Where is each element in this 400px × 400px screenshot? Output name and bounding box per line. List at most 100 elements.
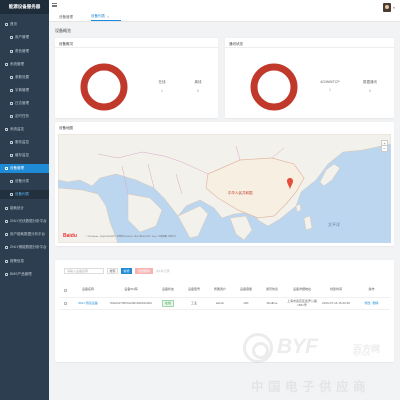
zoom-out-button[interactable]: − [381,146,388,152]
actions-cell: 修改 删除 [353,298,390,309]
stat-label: 4G/Wifi/TCP [320,80,340,84]
sidebar-item-13[interactable]: 设备列表 [0,190,49,199]
menu-item-icon [10,50,13,53]
device-name-link[interactable]: ZNLY测试设备 [69,298,107,309]
app-root: 能源设备服务器 首页用户管理角色管理系统管理参数设置字典管理日志管理定时任务系统… [0,0,400,400]
land-philippines [303,215,313,231]
sidebar-item-0[interactable]: 首页 [0,20,49,29]
select-all-checkbox[interactable] [63,288,67,292]
sidebar-item-18[interactable]: 报警信息 [0,257,49,266]
sidebar-item-3[interactable]: 系统管理 [0,60,49,69]
search-input[interactable]: 请输入设备名称 [64,268,104,274]
watermark: BYF 百方网 byf.com 中国电子供应商 [243,333,393,395]
sidebar-item-4[interactable]: 参数设置 [0,73,49,82]
menu-item-icon [5,167,8,170]
sidebar-item-label: 参数设置 [15,75,29,79]
header-capacity: 设备容量 [239,287,252,292]
land-southeast-asia [229,215,253,241]
menu-collapse-icon[interactable] [52,3,57,7]
sidebar-item-label: 首页 [10,22,17,26]
app-title: 能源设备服务器 [8,4,41,9]
sidebar-item-10[interactable]: 缓存监控 [0,151,49,160]
menu-item-icon [10,36,13,39]
menu-item-icon [5,233,8,236]
donut-ring [250,63,298,111]
card-title: 设备地图 [59,126,73,130]
sidebar-item-label: 能耗统计 [10,206,24,210]
sidebar-item-12[interactable]: 设备分类 [0,177,49,186]
sidebar-item-label: 报警信息 [10,259,24,263]
donut-ring [80,63,128,111]
close-icon[interactable]: × [107,15,109,19]
stat-offline: 离线 0 [188,80,208,93]
sidebar-item-14[interactable]: 能耗统计 [0,204,49,213]
header-name: 设备名称 [81,287,94,292]
sidebar-item-19-bms[interactable]: BMS产品管理 [0,270,49,279]
row-checkbox[interactable] [63,302,67,305]
menu-item-icon [5,207,8,210]
land-arabia [127,193,163,233]
map-canvas[interactable]: 中华人民共和国 太平洋 Baidu © 2024 Baidu - GS(2023… [58,134,391,243]
menu-item-icon [5,220,8,223]
menu-item-icon [10,115,13,118]
stat-label: 在线 [158,80,166,84]
search-button[interactable]: 搜索 [107,268,118,274]
device-status-donut [80,63,128,111]
avatar[interactable] [383,3,391,12]
menu-item-icon [10,76,13,79]
menu-item-icon [10,180,13,183]
sidebar-item-6[interactable]: 日志管理 [0,99,49,108]
sidebar-item-label: 用户能耗数据分析平台 [10,232,45,236]
menu-item-icon [10,154,13,157]
sidebar-item-label: 系统监控 [10,127,24,131]
menu-item-icon [10,141,13,144]
sidebar-item-15-znly[interactable]: ZNLY光伏数据分析平台 [0,217,49,226]
watermark-logo-icon [243,333,273,363]
sidebar-item-7[interactable]: 定时任务 [0,112,49,121]
device-owner: admin [215,300,225,305]
device-created: 2019-07-16 15:40:46 [322,300,350,305]
stat-data-comm: 数据通讯 0 [357,80,383,93]
sidebar-item-label: ZNLY光伏数据分析平台 [10,219,47,223]
menu-item-icon [5,128,8,131]
device-sn: WH2017050412001030102404 [110,300,152,305]
sidebar-item-label: BMS产品管理 [10,272,32,276]
menu-item-icon [5,260,8,263]
delete-link[interactable]: 删除 [373,301,379,306]
sidebar-item-11[interactable]: 设备管理 [0,164,49,173]
menu-item-icon [10,102,13,105]
edit-link[interactable]: 修改 [364,301,370,306]
chevron-down-icon[interactable]: ▾ [393,6,395,10]
sidebar-item-17-znly[interactable]: ZNLY储能数据分析平台 [0,243,49,252]
map-view[interactable]: 中华人民共和国 太平洋 Baidu © 2024 Baidu - GS(2023… [58,134,391,243]
sidebar-item-2[interactable]: 角色管理 [0,47,49,56]
map-country-label: 中华人民共和国 [228,190,253,195]
sidebar-item-8[interactable]: 系统监控 [0,125,49,134]
sidebar-item-9[interactable]: 服务监控 [0,138,49,147]
sidebar-item-1[interactable]: 用户管理 [0,33,49,42]
sidebar-item-5[interactable]: 字典管理 [0,86,49,95]
communication-summary-card: 通讯状态 4G/Wifi/TCP 1 数据通讯 0 [225,38,394,118]
sidebar-item-label: 定时任务 [15,114,29,118]
divider [225,47,394,48]
select-cell [61,298,69,309]
add-button[interactable]: 新增 [121,268,132,274]
batch-delete-button[interactable]: 批量删除 [135,268,153,274]
header-status: 设备状态 [161,287,174,292]
tab-device-management[interactable]: 设备管理 [59,13,89,21]
stat-online: 在线 1 [152,80,172,93]
sidebar-item-label: ZNLY储能数据分析平台 [10,245,47,249]
sidebar-item-label: 服务监控 [15,140,29,144]
header-model: 设备型号 [187,287,200,292]
stat-value: 1 [329,88,331,92]
status-badge: 在线 [162,300,174,307]
watermark-cn: 中国电子供应商 [251,380,371,394]
watermark-en: BYF [277,335,318,358]
sidebar-item-label: 角色管理 [15,49,29,53]
tab-device-list[interactable]: 设备列表 × [91,13,121,21]
stat-value: 0 [197,89,199,93]
sidebar-item-16[interactable]: 用户能耗数据分析平台 [0,230,49,239]
zoom-controls: + − [381,140,388,152]
sidebar-item-label: 缓存监控 [15,153,29,157]
table-header: 设备名称 设备SN码 设备状态 设备型号 所属用户 设备容量 通讯协议 设备详细… [59,286,390,294]
